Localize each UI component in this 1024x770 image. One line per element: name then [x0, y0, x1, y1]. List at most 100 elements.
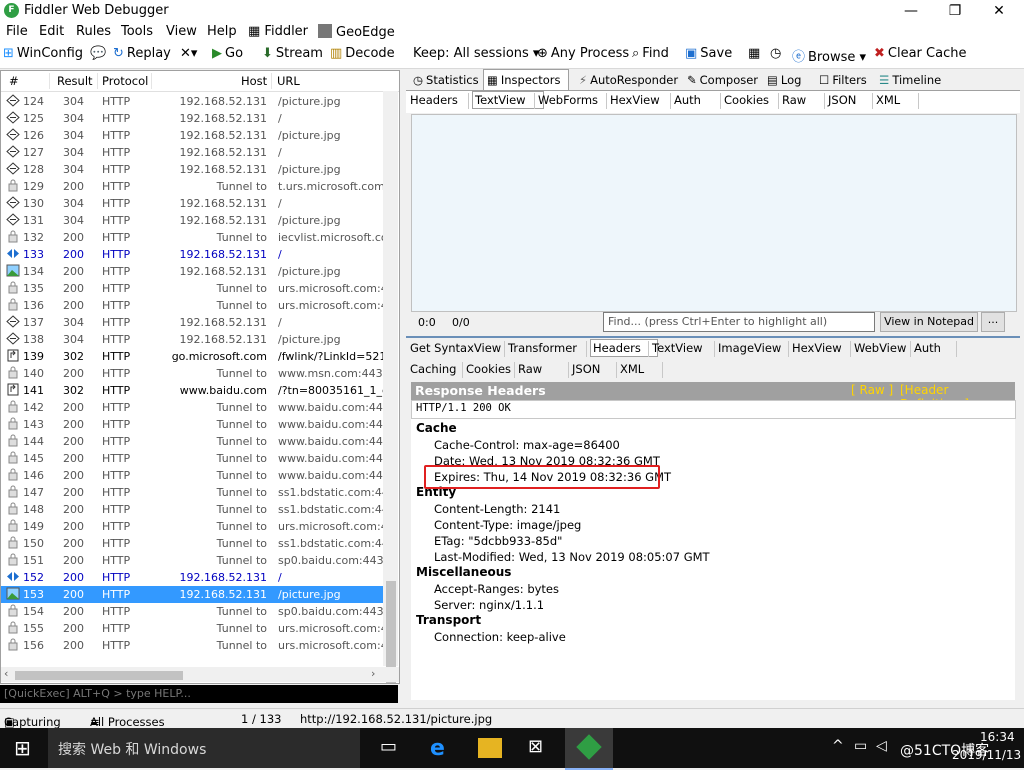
- header-group-transport[interactable]: Transport: [416, 613, 481, 627]
- menu-help[interactable]: Help: [207, 24, 237, 39]
- find-button[interactable]: ⌕ Find: [632, 46, 669, 61]
- tab-filters[interactable]: ☐ Filters: [816, 70, 872, 90]
- request-body-view[interactable]: [411, 114, 1017, 312]
- session-row[interactable]: 147 200 HTTP Tunnel to ss1.bdstatic.com:443: [1, 484, 383, 501]
- task-view-icon[interactable]: ▭: [380, 736, 404, 760]
- session-row[interactable]: 154 200 HTTP Tunnel to sp0.baidu.com:443: [1, 603, 383, 620]
- tab-caching[interactable]: Caching: [410, 362, 466, 376]
- tab-cookies[interactable]: Cookies: [466, 362, 518, 376]
- tab-log[interactable]: ▤ Log: [764, 70, 808, 90]
- session-row[interactable]: 139 302 HTTP go.microsoft.com/fwlink/?LinkI…: [1, 348, 383, 365]
- session-row[interactable]: 131 304 HTTP 192.168.52.131/picture.jpg: [1, 212, 383, 229]
- tab-webforms[interactable]: WebForms: [538, 93, 610, 107]
- session-row[interactable]: 153 200 HTTP 192.168.52.131/picture.jpg: [1, 586, 383, 603]
- scroll-left-icon[interactable]: ‹: [4, 667, 8, 680]
- windows-start-icon[interactable]: ⊞: [14, 736, 31, 760]
- menu-tools[interactable]: Tools: [121, 24, 153, 39]
- horizontal-scroll-thumb[interactable]: [15, 671, 183, 680]
- more-options-button[interactable]: ...: [981, 312, 1005, 332]
- taskbar-search[interactable]: 搜索 Web 和 Windows: [48, 728, 360, 768]
- header-group-miscellaneous[interactable]: Miscellaneous: [416, 565, 511, 579]
- tab-hexview[interactable]: HexView: [610, 93, 674, 107]
- tab-raw[interactable]: Raw: [782, 93, 828, 107]
- scroll-right-icon[interactable]: ›: [371, 667, 375, 680]
- tab-auth[interactable]: Auth: [914, 341, 960, 355]
- network-icon[interactable]: ▭: [854, 738, 867, 754]
- tab-json[interactable]: JSON: [572, 362, 620, 376]
- comment-button[interactable]: 💬: [90, 46, 109, 61]
- remove-sessions-button[interactable]: ✕▾: [180, 46, 197, 61]
- tab-xml[interactable]: XML: [876, 93, 922, 107]
- browse-button[interactable]: ⓔ Browse ▾: [792, 46, 866, 65]
- stream-button[interactable]: ⬇ Stream: [262, 46, 323, 61]
- tab-autoresponder[interactable]: ⚡ AutoResponder: [576, 70, 678, 90]
- session-row[interactable]: 142 200 HTTP Tunnel to www.baidu.com:443: [1, 399, 383, 416]
- session-list[interactable]: # Result Protocol Host URL 124 304 HTTP 192…: [0, 70, 400, 684]
- session-row[interactable]: 132 200 HTTP Tunnel to iecvlist.microsoft.co…: [1, 229, 383, 246]
- clear-cache-button[interactable]: ✖ Clear Cache: [874, 46, 966, 61]
- timer-button[interactable]: ◷: [770, 46, 784, 61]
- session-row[interactable]: 151 200 HTTP Tunnel to sp0.baidu.com:443: [1, 552, 383, 569]
- menu-edit[interactable]: Edit: [39, 24, 64, 39]
- clock-time[interactable]: 16:34: [980, 730, 1015, 744]
- tab-statistics[interactable]: ◷ Statistics: [410, 70, 482, 90]
- menu-rules[interactable]: Rules: [76, 24, 111, 39]
- decode-button[interactable]: ▥ Decode: [330, 46, 395, 61]
- save-button[interactable]: ▣ Save: [685, 46, 732, 61]
- any-process-button[interactable]: ⊕ Any Process: [537, 46, 629, 61]
- header-group-cache[interactable]: Cache: [416, 421, 457, 435]
- session-row[interactable]: 143 200 HTTP Tunnel to www.baidu.com:443: [1, 416, 383, 433]
- tab-hexview[interactable]: HexView: [792, 341, 854, 355]
- find-input[interactable]: Find... (press Ctrl+Enter to highlight a…: [603, 312, 875, 332]
- col-num[interactable]: #: [9, 74, 19, 88]
- tab-webview[interactable]: WebView: [854, 341, 914, 355]
- session-row[interactable]: 144 200 HTTP Tunnel to www.baidu.com:443: [1, 433, 383, 450]
- session-row[interactable]: 149 200 HTTP Tunnel to urs.microsoft.com:443: [1, 518, 383, 535]
- session-row[interactable]: 138 304 HTTP 192.168.52.131/picture.jpg: [1, 331, 383, 348]
- session-row[interactable]: 146 200 HTTP Tunnel to www.baidu.com:443: [1, 467, 383, 484]
- menu-geoedge[interactable]: GeoEdge: [318, 24, 395, 40]
- session-row[interactable]: 129 200 HTTP Tunnel to t.urs.microsoft.com:4…: [1, 178, 383, 195]
- quickexec-input[interactable]: [QuickExec] ALT+Q > type HELP...: [0, 685, 398, 703]
- tab-auth[interactable]: Auth: [674, 93, 724, 107]
- session-row[interactable]: 124 304 HTTP 192.168.52.131/picture.jpg: [1, 93, 383, 110]
- tab-raw[interactable]: Raw: [518, 362, 572, 376]
- tab-cookies[interactable]: Cookies: [724, 93, 782, 107]
- menu-view[interactable]: View: [166, 24, 197, 39]
- session-row[interactable]: 135 200 HTTP Tunnel to urs.microsoft.com:443: [1, 280, 383, 297]
- col-url[interactable]: URL: [277, 74, 300, 88]
- tab-inspectors[interactable]: ▦ Inspectors: [483, 69, 569, 92]
- tab-headers[interactable]: Headers: [410, 93, 472, 107]
- close-button[interactable]: ✕: [976, 0, 1022, 22]
- view-in-notepad-button[interactable]: View in Notepad: [880, 312, 978, 332]
- raw-link[interactable]: [ Raw ]: [851, 383, 893, 397]
- session-row[interactable]: 127 304 HTTP 192.168.52.131 /: [1, 144, 383, 161]
- session-row[interactable]: 148 200 HTTP Tunnel to ss1.bdstatic.com:443: [1, 501, 383, 518]
- session-row[interactable]: 155 200 HTTP Tunnel to urs.microsoft.com:443: [1, 620, 383, 637]
- tab-xml[interactable]: XML: [620, 362, 666, 376]
- col-result[interactable]: Result: [57, 74, 93, 88]
- vertical-scrollbar[interactable]: [383, 91, 398, 666]
- screenshot-button[interactable]: ▦: [748, 46, 763, 61]
- session-row[interactable]: 130 304 HTTP 192.168.52.131 /: [1, 195, 383, 212]
- maximize-button[interactable]: ❐: [932, 0, 978, 22]
- file-explorer-icon[interactable]: [478, 738, 502, 758]
- menu-fiddler[interactable]: ▦ Fiddler: [248, 24, 308, 39]
- session-row[interactable]: 145 200 HTTP Tunnel to www.baidu.com:443: [1, 450, 383, 467]
- session-row[interactable]: 141 302 HTTP www.baidu.com /?tn=80035161_1_d…: [1, 382, 383, 399]
- chevron-up-icon[interactable]: ^: [832, 738, 844, 754]
- replay-button[interactable]: ↻ Replay: [113, 46, 171, 61]
- tab-json[interactable]: JSON: [828, 93, 876, 107]
- session-row[interactable]: 125 304 HTTP 192.168.52.131 /: [1, 110, 383, 127]
- go-button[interactable]: ▶ Go: [212, 46, 243, 61]
- menu-file[interactable]: File: [6, 24, 28, 39]
- tab-imageview[interactable]: ImageView: [718, 341, 792, 355]
- session-row[interactable]: 140 200 HTTP Tunnel to www.msn.com:443: [1, 365, 383, 382]
- edge-icon[interactable]: e: [430, 736, 454, 761]
- fiddler-taskbar-button[interactable]: [565, 728, 613, 770]
- session-row[interactable]: 133 200 HTTP 192.168.52.131 /: [1, 246, 383, 263]
- session-row[interactable]: 128 304 HTTP 192.168.52.131/picture.jpg: [1, 161, 383, 178]
- session-row[interactable]: 156 200 HTTP Tunnel to urs.microsoft.com:443: [1, 637, 383, 654]
- winconfig-button[interactable]: ⊞ WinConfig: [3, 46, 83, 61]
- clock-date[interactable]: 2019/11/13: [952, 748, 1021, 762]
